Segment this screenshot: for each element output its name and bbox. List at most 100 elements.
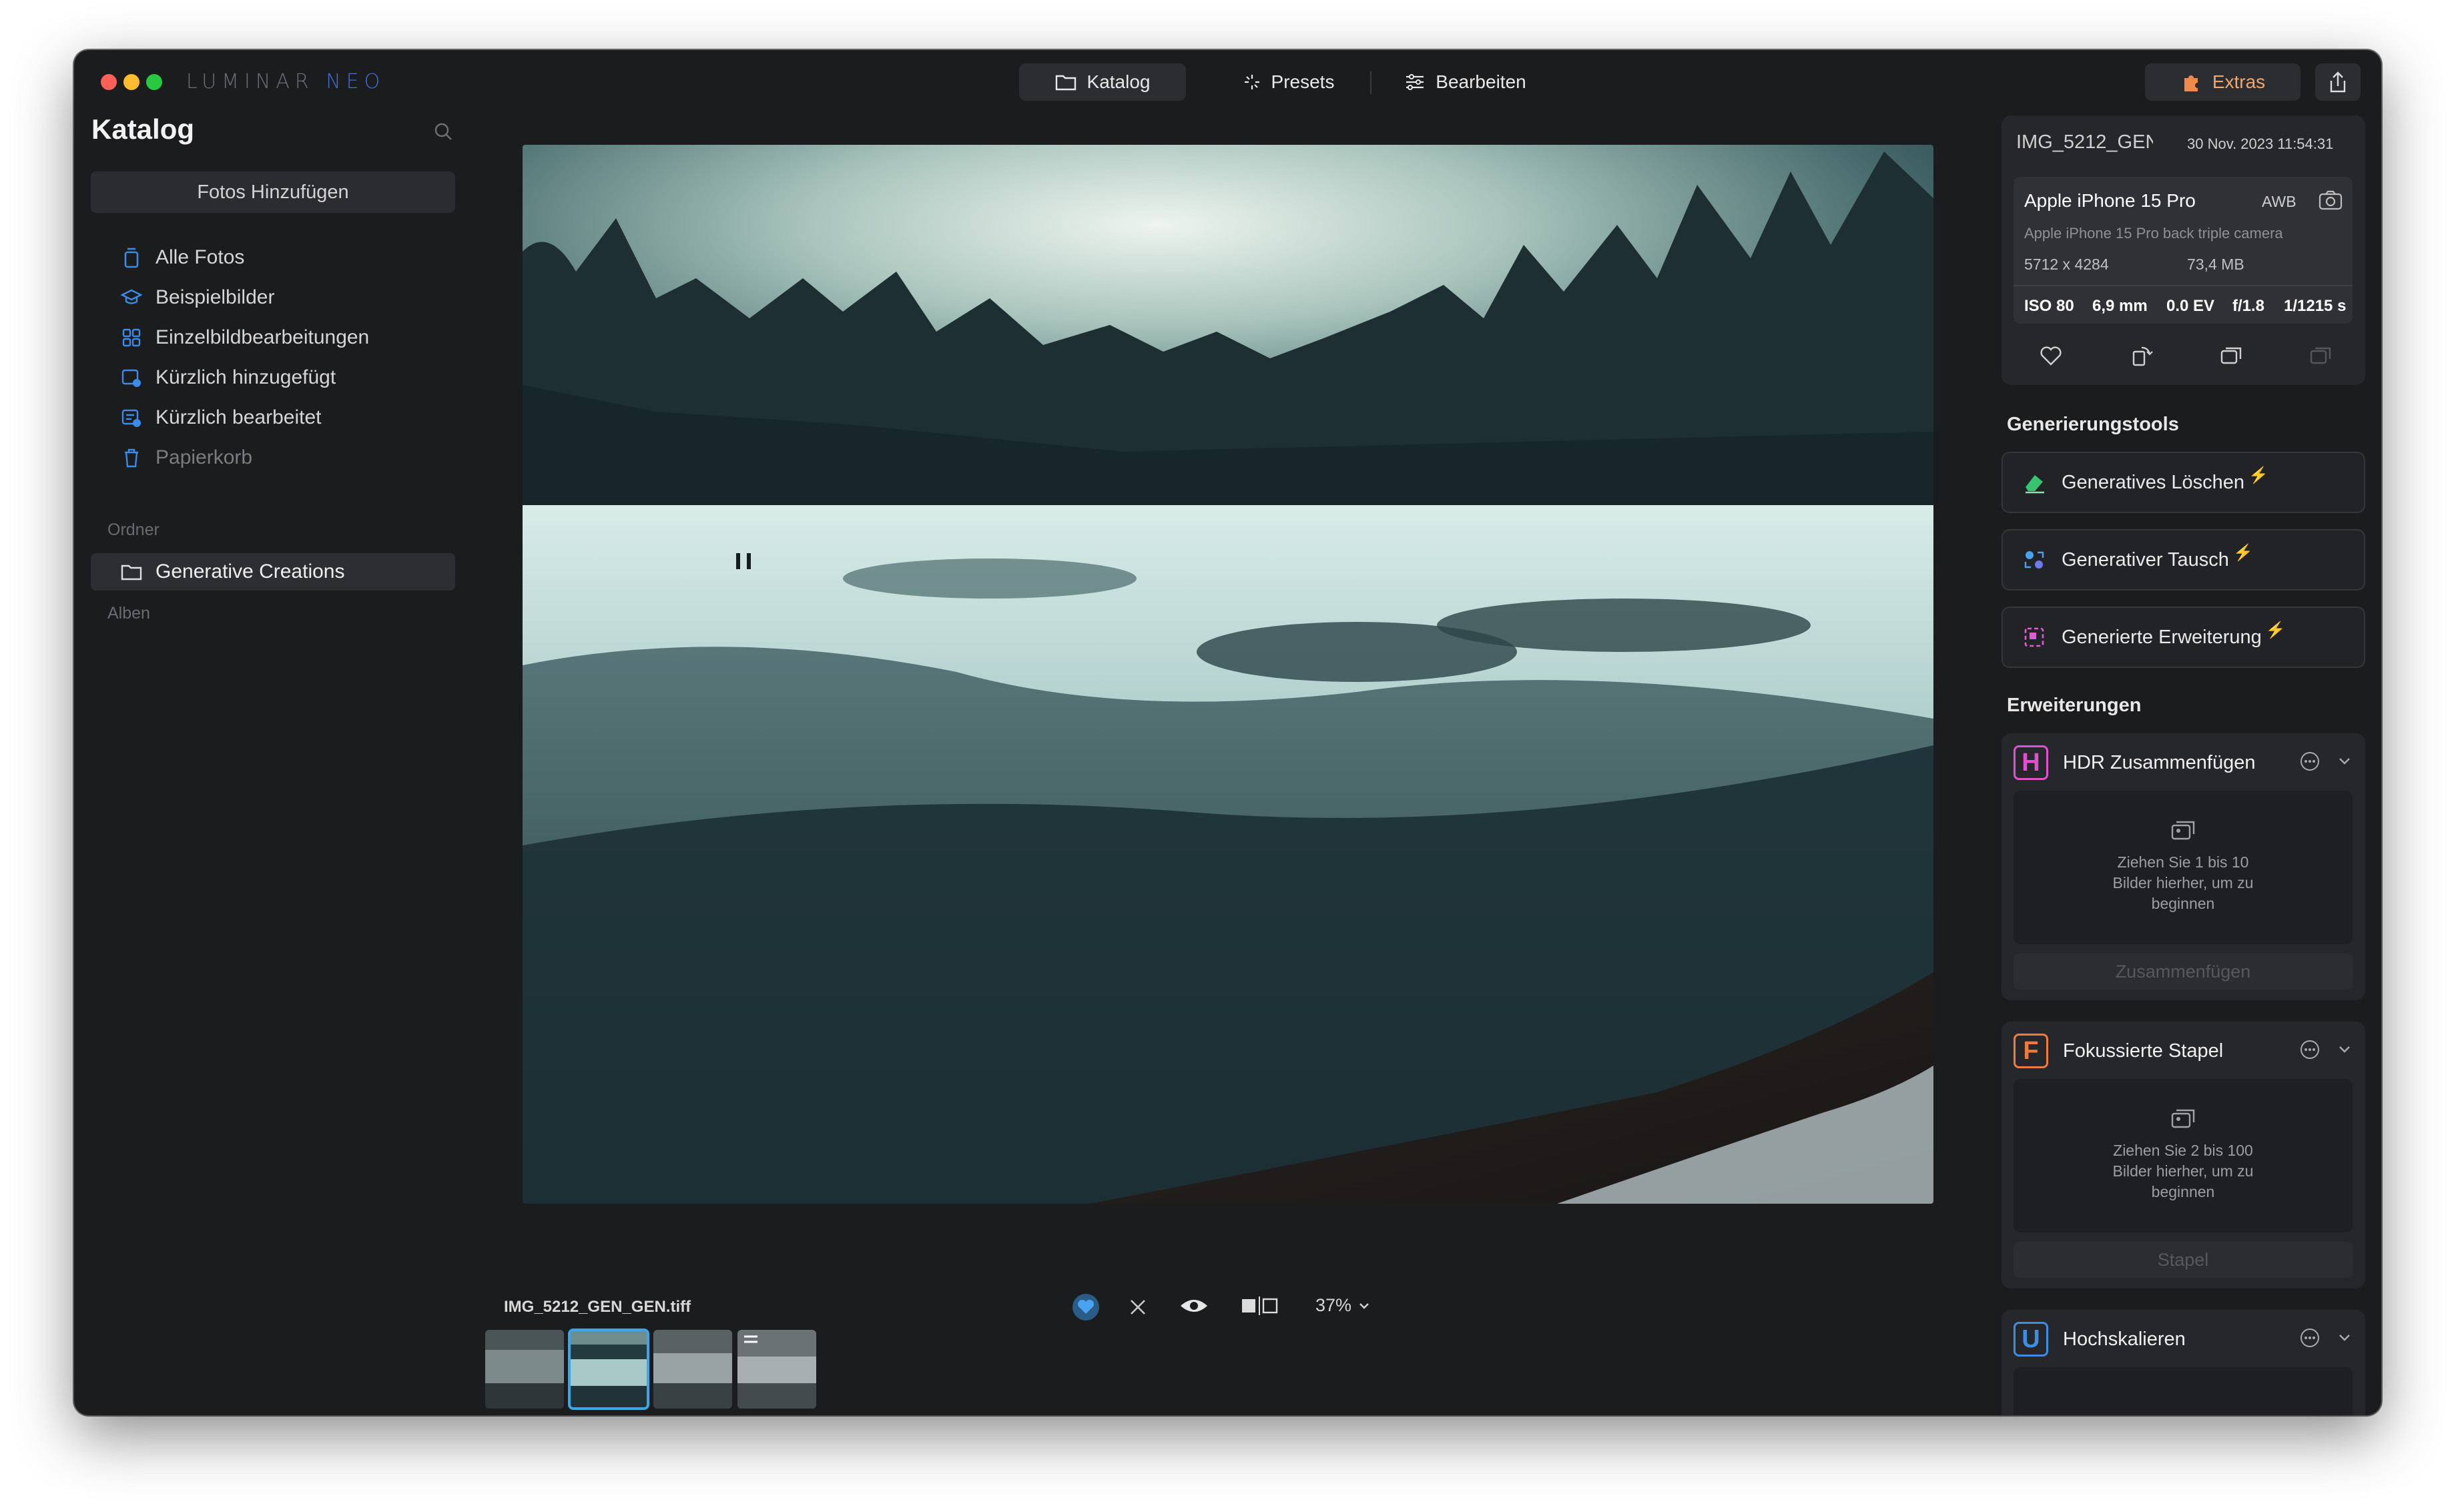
reject-icon[interactable] xyxy=(1127,1296,1149,1318)
zoom-dropdown[interactable]: 37% xyxy=(1315,1295,1370,1316)
share-icon xyxy=(2330,71,2346,93)
sidebar-item-kuerzlich-hinzugefuegt[interactable]: Kürzlich hinzugefügt xyxy=(121,361,336,394)
info-shutter: 1/1215 s xyxy=(2284,297,2347,315)
extension-header-hdr[interactable]: H HDR Zusammenfügen xyxy=(2014,745,2256,780)
sparkle-icon xyxy=(1244,75,1259,89)
search-icon[interactable] xyxy=(432,121,454,142)
info-camera: Apple iPhone 15 Pro xyxy=(2024,190,2196,211)
thumbnail-image xyxy=(737,1330,816,1409)
albums-section-label: Alben xyxy=(107,604,150,623)
extension-controls xyxy=(2299,751,2351,772)
extension-header-focus[interactable]: F Fokussierte Stapel xyxy=(2014,1034,2223,1068)
zoom-window-button[interactable] xyxy=(146,74,162,90)
minimize-window-button[interactable] xyxy=(123,74,139,90)
drop-zone-text: Ziehen Sie 2 bis 100 Bilder hierher, um … xyxy=(2112,1142,2254,1200)
more-icon[interactable] xyxy=(2299,1327,2321,1349)
current-filename: IMG_5212_GEN_GEN.tiff xyxy=(504,1298,691,1316)
info-dimensions: 5712 x 4284 xyxy=(2024,256,2109,273)
hdr-drop-zone[interactable]: Ziehen Sie 1 bis 10 Bilder hierher, um z… xyxy=(2014,791,2353,944)
extensions-heading: Erweiterungen xyxy=(2007,695,2142,716)
stack-icon[interactable] xyxy=(2309,345,2334,366)
close-window-button[interactable] xyxy=(101,74,117,90)
info-focal-length: 6,9 mm xyxy=(2092,297,2148,315)
sidebar-item-kuerzlich-bearbeitet[interactable]: Kürzlich bearbeitet xyxy=(121,401,321,434)
tab-bearbeiten-label: Bearbeiten xyxy=(1436,71,1526,92)
tab-katalog[interactable]: Katalog xyxy=(1019,63,1186,101)
chevron-down-icon xyxy=(1359,1302,1369,1309)
sidebar-item-einzelbildbearbeitungen[interactable]: Einzelbildbearbeitungen xyxy=(121,321,369,354)
eye-icon[interactable] xyxy=(1179,1295,1209,1316)
generative-expand-button[interactable]: Generierte Erweiterung ⚡ xyxy=(2002,607,2365,668)
rotate-icon[interactable] xyxy=(2130,344,2154,368)
chevron-down-icon[interactable] xyxy=(2338,757,2351,766)
more-icon[interactable] xyxy=(2299,1039,2321,1060)
tool-label: Generativer Tausch xyxy=(2062,548,2229,571)
focus-badge-icon: F xyxy=(2014,1034,2048,1068)
tool-label: Generierte Erweiterung xyxy=(2062,626,2262,648)
tab-katalog-label: Katalog xyxy=(1087,71,1151,92)
recent-edited-icon xyxy=(121,409,141,427)
expand-icon xyxy=(2024,627,2044,647)
filmstrip-thumbnail[interactable] xyxy=(653,1330,732,1409)
sidebar-item-label: Einzelbildbearbeitungen xyxy=(156,326,370,348)
bolt-icon: ⚡ xyxy=(2232,543,2253,562)
winter-lake-image xyxy=(523,145,1933,1204)
generative-erase-button[interactable]: Generatives Löschen ⚡ xyxy=(2002,452,2365,513)
extension-title: HDR Zusammenfügen xyxy=(2063,751,2256,773)
extras-label: Extras xyxy=(2212,71,2266,92)
chevron-down-icon[interactable] xyxy=(2338,1045,2351,1054)
folder-generative-creations[interactable]: Generative Creations xyxy=(91,553,455,591)
extension-title: Fokussierte Stapel xyxy=(2063,1040,2224,1062)
exif-divider xyxy=(2014,285,2353,286)
merge-button[interactable]: Zusammenfügen xyxy=(2014,954,2353,990)
sidebar-item-label: Kürzlich hinzugefügt xyxy=(156,366,336,388)
info-filesize: 73,4 MB xyxy=(2187,256,2244,273)
share-button[interactable] xyxy=(2315,63,2361,101)
grid-icon xyxy=(122,328,141,347)
images-icon xyxy=(2171,821,2195,840)
more-icon[interactable] xyxy=(2299,751,2321,772)
logo-text: LUMINAR xyxy=(186,70,314,93)
folder-label: Generative Creations xyxy=(156,560,345,583)
recent-added-icon xyxy=(121,369,141,387)
info-aperture: f/1.8 xyxy=(2232,297,2265,315)
extras-button[interactable]: Extras xyxy=(2145,63,2300,101)
zoom-value: 37% xyxy=(1315,1295,1352,1315)
drop-zone-text: Ziehen Sie 1 bis 10 Bilder hierher, um z… xyxy=(2112,853,2254,912)
compare-icon[interactable] xyxy=(1241,1295,1278,1316)
sidebar-item-alle-fotos[interactable]: Alle Fotos xyxy=(121,241,244,274)
upscale-badge-icon: U xyxy=(2014,1322,2048,1357)
hdr-badge-icon: H xyxy=(2014,745,2048,780)
generation-tools-heading: Generierungstools xyxy=(2007,414,2179,435)
app-logo: LUMINAR NEO xyxy=(186,70,385,93)
upscale-drop-zone[interactable] xyxy=(2014,1367,2353,1415)
trash-icon xyxy=(125,448,138,468)
photos-icon xyxy=(124,248,139,268)
camera-icon[interactable] xyxy=(2318,189,2343,212)
favorite-heart-icon[interactable] xyxy=(1071,1292,1101,1322)
bolt-icon: ⚡ xyxy=(2248,466,2268,484)
info-datetime: 30 Nov. 2023 11:54:31 xyxy=(2187,135,2334,152)
filmstrip-thumbnail[interactable] xyxy=(485,1330,564,1409)
main-photo[interactable] xyxy=(523,145,1933,1204)
sidebar-item-beispielbilder[interactable]: Beispielbilder xyxy=(121,281,274,314)
sidebar-item-label: Kürzlich bearbeitet xyxy=(156,406,322,428)
extension-header-upscale[interactable]: U Hochskalieren xyxy=(2014,1322,2186,1357)
tab-bearbeiten[interactable]: Bearbeiten xyxy=(1382,63,1549,101)
heart-icon[interactable] xyxy=(2039,345,2063,366)
folder-icon xyxy=(1055,75,1076,91)
chevron-down-icon[interactable] xyxy=(2338,1333,2351,1343)
folder-icon xyxy=(121,564,142,581)
copy-icon[interactable] xyxy=(2219,345,2244,366)
focus-drop-zone[interactable]: Ziehen Sie 2 bis 100 Bilder hierher, um … xyxy=(2014,1079,2353,1232)
filmstrip-thumbnail[interactable] xyxy=(737,1330,816,1409)
tab-presets[interactable]: Presets xyxy=(1222,63,1355,101)
add-photos-button[interactable]: Fotos Hinzufügen xyxy=(91,171,455,213)
filmstrip-thumbnail-selected[interactable] xyxy=(568,1329,649,1410)
sidebar-item-papierkorb[interactable]: Papierkorb xyxy=(121,441,252,474)
tab-divider xyxy=(1370,71,1371,94)
stack-button[interactable]: Stapel xyxy=(2014,1242,2353,1278)
app-window: LUMINAR NEO Katalog Presets Bearbeiten E… xyxy=(74,50,2381,1415)
generative-swap-button[interactable]: Generativer Tausch ⚡ xyxy=(2002,529,2365,591)
tab-presets-label: Presets xyxy=(1271,71,1335,92)
